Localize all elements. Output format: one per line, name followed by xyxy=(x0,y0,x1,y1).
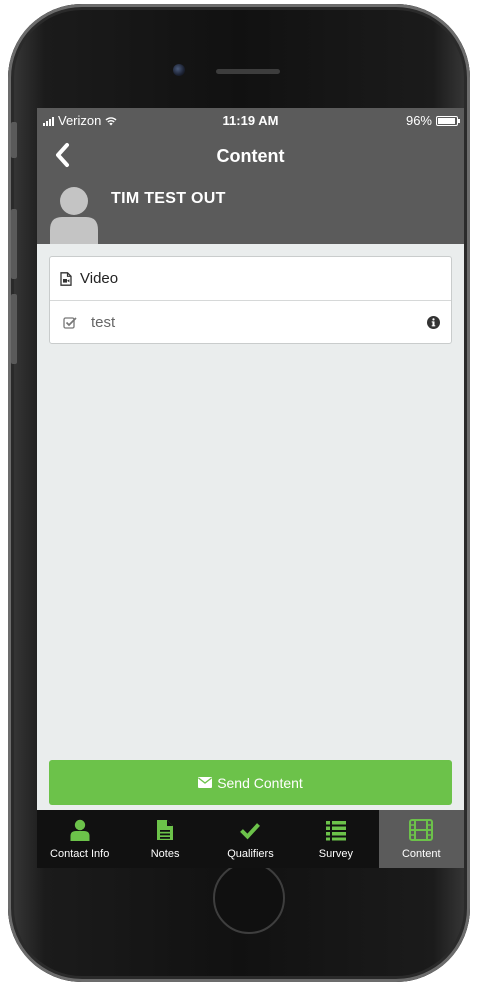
bottom-tab-bar: Contact Info Notes Qualifiers Survey Con… xyxy=(37,810,464,868)
content-section-header: Video xyxy=(50,257,451,301)
home-button[interactable] xyxy=(213,862,285,934)
checkbox-checked-icon[interactable] xyxy=(63,316,77,330)
battery-percent: 96% xyxy=(405,113,432,128)
tab-label: Notes xyxy=(150,848,180,860)
tab-content[interactable]: Content xyxy=(378,810,464,868)
film-icon xyxy=(409,819,434,841)
list-item-label: test xyxy=(91,314,116,331)
front-camera xyxy=(173,64,185,76)
checkmark-icon xyxy=(240,823,261,840)
tab-label: Contact Info xyxy=(50,848,110,860)
send-content-label: Send Content xyxy=(217,774,303,791)
document-icon xyxy=(157,820,174,840)
tab-survey[interactable]: Survey xyxy=(293,810,378,868)
page-title: Content xyxy=(216,146,285,166)
battery-icon xyxy=(436,115,460,126)
volume-down-button xyxy=(11,294,17,364)
send-content-button[interactable]: Send Content xyxy=(49,760,452,805)
info-icon[interactable] xyxy=(427,316,440,329)
tab-notes[interactable]: Notes xyxy=(122,810,207,868)
list-icon xyxy=(325,821,346,841)
video-file-icon xyxy=(60,271,72,286)
header: Content TIM TEST OUT xyxy=(37,132,464,244)
avatar-icon xyxy=(50,187,98,244)
mute-switch xyxy=(11,122,17,158)
contact-name: TIM TEST OUT xyxy=(111,190,226,207)
volume-up-button xyxy=(11,209,17,279)
envelope-icon xyxy=(198,777,213,788)
earpiece-speaker xyxy=(216,69,280,74)
list-item[interactable]: test xyxy=(50,301,451,344)
section-label-video: Video xyxy=(80,270,119,287)
tab-label: Content xyxy=(401,848,441,860)
tab-label: Qualifiers xyxy=(227,848,274,860)
content-list-card: Video test xyxy=(49,256,452,344)
status-bar: Verizon 11:19 AM 96% xyxy=(37,108,464,132)
battery-group: 96% xyxy=(405,113,460,128)
app-screen: Verizon 11:19 AM 96% Content TIM TEST OU… xyxy=(37,108,464,868)
tab-qualifiers[interactable]: Qualifiers xyxy=(208,810,293,868)
status-time: 11:19 AM xyxy=(222,113,279,128)
person-icon xyxy=(70,819,90,841)
tab-contact-info[interactable]: Contact Info xyxy=(37,810,122,868)
tab-label: Survey xyxy=(318,848,353,860)
